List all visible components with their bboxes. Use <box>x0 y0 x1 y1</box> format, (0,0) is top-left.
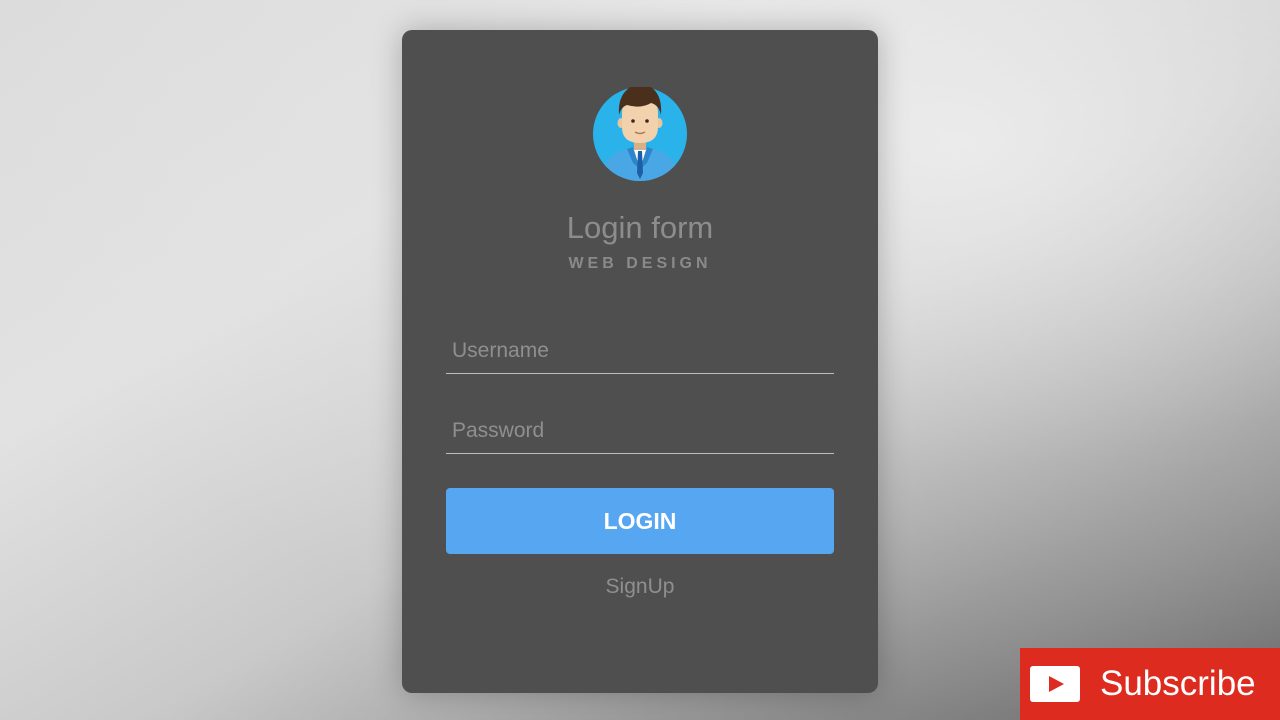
user-avatar-icon <box>593 87 687 181</box>
signup-link[interactable]: SignUp <box>402 575 878 599</box>
username-input[interactable] <box>446 328 834 374</box>
subscribe-button[interactable]: Subscribe <box>1020 648 1280 720</box>
login-card: Login form WEB DESIGN LOGIN SignUp <box>402 30 878 693</box>
login-button[interactable]: LOGIN <box>446 488 834 554</box>
form-subtitle: WEB DESIGN <box>568 255 712 272</box>
password-input[interactable] <box>446 408 834 454</box>
youtube-play-icon <box>1030 666 1080 702</box>
subscribe-label: Subscribe <box>1100 664 1256 703</box>
form-title: Login form <box>566 210 714 245</box>
